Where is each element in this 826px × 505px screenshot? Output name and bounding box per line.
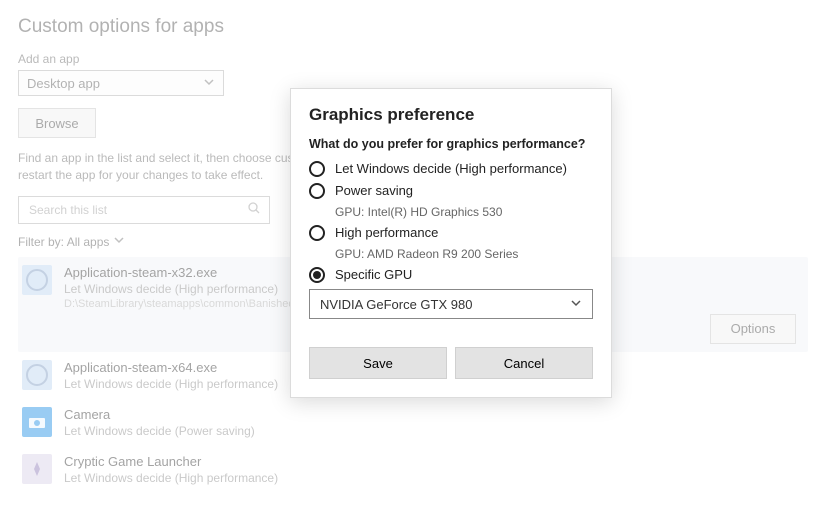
cancel-button[interactable]: Cancel: [455, 347, 593, 379]
app-name: Application-steam-x64.exe: [64, 360, 278, 375]
app-sub: Let Windows decide (High performance): [64, 471, 278, 485]
gpu-selected-value: NVIDIA GeForce GTX 980: [320, 297, 472, 312]
chevron-down-icon: [203, 76, 215, 91]
dialog-title: Graphics preference: [309, 105, 593, 125]
graphics-preference-dialog: Graphics preference What do you prefer f…: [290, 88, 612, 398]
game-icon: [22, 454, 52, 484]
page-title: Custom options for apps: [18, 16, 808, 38]
radio-label: Let Windows decide (High performance): [335, 161, 567, 176]
filter-value: All apps: [67, 235, 110, 249]
app-name: Cryptic Game Launcher: [64, 454, 278, 469]
app-icon: [22, 265, 52, 295]
radio-icon: [309, 161, 325, 177]
camera-icon: [22, 407, 52, 437]
app-sub: Let Windows decide (High performance): [64, 377, 278, 391]
save-button[interactable]: Save: [309, 347, 447, 379]
app-icon: [22, 360, 52, 390]
search-icon: [247, 201, 261, 218]
radio-label: High performance: [335, 225, 438, 240]
app-type-select[interactable]: Desktop app: [18, 70, 224, 96]
radio-icon: [309, 267, 325, 283]
chevron-down-icon: [570, 297, 582, 312]
app-name: Camera: [64, 407, 255, 422]
search-input[interactable]: [27, 202, 247, 218]
radio-system-default[interactable]: Let Windows decide (High performance): [309, 161, 593, 177]
list-item[interactable]: Cryptic Game Launcher Let Windows decide…: [18, 446, 808, 493]
add-app-label: Add an app: [18, 52, 808, 66]
radio-sub: GPU: Intel(R) HD Graphics 530: [335, 205, 593, 219]
radio-power-saving[interactable]: Power saving: [309, 183, 593, 199]
browse-button[interactable]: Browse: [18, 108, 96, 138]
chevron-down-icon: [113, 235, 125, 249]
app-sub: Let Windows decide (Power saving): [64, 424, 255, 438]
radio-icon: [309, 225, 325, 241]
gpu-select[interactable]: NVIDIA GeForce GTX 980: [309, 289, 593, 319]
radio-label: Specific GPU: [335, 267, 412, 282]
radio-icon: [309, 183, 325, 199]
radio-high-performance[interactable]: High performance: [309, 225, 593, 241]
radio-specific-gpu[interactable]: Specific GPU: [309, 267, 593, 283]
radio-label: Power saving: [335, 183, 413, 198]
search-container: [18, 196, 270, 224]
radio-sub: GPU: AMD Radeon R9 200 Series: [335, 247, 593, 261]
dialog-question: What do you prefer for graphics performa…: [309, 137, 593, 151]
list-item[interactable]: Camera Let Windows decide (Power saving): [18, 399, 808, 446]
filter-prefix: Filter by:: [18, 235, 64, 249]
app-type-value: Desktop app: [27, 76, 100, 91]
options-button[interactable]: Options: [710, 314, 796, 344]
